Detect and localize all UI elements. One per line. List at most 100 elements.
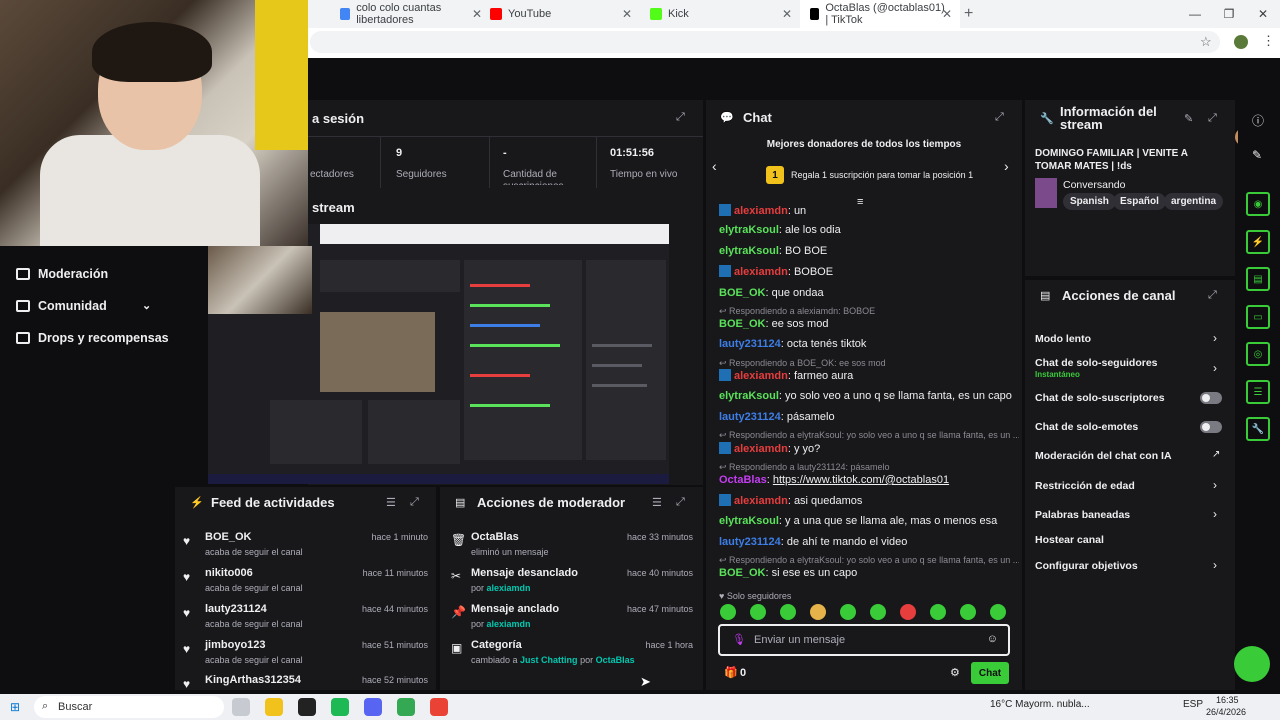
discord-icon[interactable] <box>364 698 382 716</box>
browser-tab[interactable]: colo colo cuantas libertadores ✕ <box>330 0 490 28</box>
expand-icon[interactable]: ⤢ <box>676 496 685 509</box>
expand-icon[interactable]: ⤢ <box>1208 289 1217 302</box>
camera-icon[interactable]: ◉ <box>1246 192 1270 216</box>
chat-username[interactable]: BOE_OK <box>719 318 765 330</box>
points-icon[interactable]: 🎁 <box>724 666 738 679</box>
emote-icon[interactable] <box>930 604 946 620</box>
file-explorer-icon[interactable] <box>265 698 283 716</box>
chat-username[interactable]: alexiamdn <box>734 370 788 382</box>
broadcast-icon[interactable]: ◎ <box>1246 342 1270 366</box>
chat-username[interactable]: elytraKsoul <box>719 390 779 402</box>
subscribers-only-toggle[interactable] <box>1200 392 1222 404</box>
tag-argentina[interactable]: argentina <box>1164 193 1224 210</box>
obs-icon[interactable] <box>298 698 316 716</box>
browser-tab[interactable]: Kick ✕ <box>640 0 800 28</box>
category-thumbnail[interactable] <box>1035 178 1057 208</box>
filter-icon[interactable]: ☰ <box>652 496 662 509</box>
host-channel-item[interactable]: Hostear canal <box>1035 534 1104 546</box>
sidebar-item-community[interactable]: Comunidad ⌄ <box>16 299 151 313</box>
close-tab-icon[interactable]: ✕ <box>622 7 632 21</box>
age-restriction-item[interactable]: Restricción de edad <box>1035 480 1135 492</box>
list-icon[interactable]: ☰ <box>1246 380 1270 404</box>
emote-icon[interactable] <box>990 604 1006 620</box>
weather-text[interactable]: 16°C Mayorm. nubla... <box>990 699 1090 710</box>
chat-username[interactable]: lauty231124 <box>719 536 781 548</box>
windows-start-icon[interactable]: ⊞ <box>10 700 20 714</box>
minimize-icon[interactable]: — <box>1178 0 1212 28</box>
banned-words-item[interactable]: Palabras baneadas <box>1035 509 1130 521</box>
emote-icon[interactable] <box>900 604 916 620</box>
emote-icon[interactable] <box>750 604 766 620</box>
info-icon[interactable]: ⓘ <box>1252 112 1264 129</box>
pencil-icon[interactable]: ✎ <box>1252 148 1262 162</box>
chat-icon[interactable]: ▭ <box>1246 305 1270 329</box>
chat-username[interactable]: BOE_OK <box>719 287 765 299</box>
stat-followers-label: Seguidores <box>396 169 447 180</box>
emote-icon[interactable] <box>720 604 736 620</box>
chat-username[interactable]: alexiamdn <box>734 266 788 278</box>
bookmark-star-icon[interactable]: ☆ <box>1200 34 1212 50</box>
chevron-right-icon[interactable]: › <box>1004 158 1009 174</box>
chat-username[interactable]: BOE_OK <box>719 567 765 579</box>
emote-icon[interactable] <box>870 604 886 620</box>
wrench-icon[interactable]: 🔧 <box>1246 417 1270 441</box>
browser-tab-active[interactable]: OctaBlas (@octablas01) | TikTok ✕ <box>800 0 960 28</box>
emote-icon[interactable] <box>810 604 826 620</box>
tag-spanish[interactable]: Spanish <box>1063 193 1116 210</box>
chat-input[interactable]: 🎙 Enviar un mensaje ☺ <box>718 624 1010 656</box>
close-window-icon[interactable]: ✕ <box>1246 0 1280 28</box>
address-bar[interactable] <box>310 31 1220 53</box>
spotify-icon[interactable] <box>331 698 349 716</box>
chrome-icon[interactable] <box>397 698 415 716</box>
emote-icon[interactable] <box>840 604 856 620</box>
support-chat-button[interactable] <box>1234 646 1270 682</box>
language-indicator[interactable]: ESP <box>1183 699 1203 710</box>
clock-date[interactable]: 26/4/2026 <box>1206 707 1246 717</box>
chat-username[interactable]: alexiamdn <box>734 495 788 507</box>
microphone-icon[interactable]: 🎙 <box>732 633 746 646</box>
expand-icon[interactable]: ⤢ <box>1208 112 1217 125</box>
browser-menu-icon[interactable]: ⋮ <box>1262 33 1275 49</box>
tag-espanol[interactable]: Español <box>1113 193 1166 210</box>
followers-only-item[interactable]: Chat de solo-seguidores Instantáneo <box>1035 357 1158 379</box>
chat-username[interactable]: elytraKsoul <box>719 515 779 527</box>
category-name[interactable]: Conversando <box>1063 179 1125 191</box>
slow-mode-item[interactable]: Modo lento <box>1035 333 1091 345</box>
browser-tab[interactable]: YouTube ✕ <box>480 0 640 28</box>
chrome-icon[interactable] <box>430 698 448 716</box>
bolt-icon[interactable]: ⚡ <box>1246 230 1270 254</box>
taskbar-search[interactable]: ⌕ Buscar <box>34 696 224 718</box>
send-chat-button[interactable]: Chat <box>971 662 1009 684</box>
chat-link[interactable]: https://www.tiktok.com/@octablas01 <box>773 474 949 486</box>
filter-icon[interactable]: ☰ <box>386 496 396 509</box>
document-icon[interactable]: ▤ <box>1246 267 1270 291</box>
chat-username[interactable]: lauty231124 <box>719 411 781 423</box>
chat-username[interactable]: lauty231124 <box>719 338 781 350</box>
close-tab-icon[interactable]: ✕ <box>942 7 952 21</box>
settings-icon[interactable]: ⚙ <box>950 666 960 679</box>
expand-icon[interactable]: ⤢ <box>676 111 685 124</box>
chat-username[interactable]: elytraKsoul <box>719 245 779 257</box>
profile-icon[interactable] <box>1234 35 1248 49</box>
emote-icon[interactable] <box>780 604 796 620</box>
new-tab-button[interactable]: + <box>964 5 973 23</box>
restore-icon[interactable]: ❐ <box>1212 0 1246 28</box>
chat-username[interactable]: elytraKsoul <box>719 224 779 236</box>
emotes-only-toggle[interactable] <box>1200 421 1222 433</box>
ai-moderation-item[interactable]: Moderación del chat con IA <box>1035 450 1172 462</box>
clock-time[interactable]: 16:35 <box>1216 695 1239 705</box>
expand-icon[interactable]: ⤢ <box>995 111 1004 124</box>
chat-username[interactable]: alexiamdn <box>734 205 788 217</box>
task-view-icon[interactable] <box>232 698 250 716</box>
sidebar-item-moderation[interactable]: Moderación <box>16 267 108 281</box>
chat-username[interactable]: OctaBlas <box>719 474 767 486</box>
close-tab-icon[interactable]: ✕ <box>782 7 792 21</box>
sidebar-item-drops[interactable]: Drops y recompensas <box>16 331 169 345</box>
emote-icon[interactable] <box>960 604 976 620</box>
edit-icon[interactable]: ✎ <box>1184 112 1193 125</box>
configure-goals-item[interactable]: Configurar objetivos <box>1035 560 1138 572</box>
chevron-left-icon[interactable]: ‹ <box>712 158 717 174</box>
chat-username[interactable]: alexiamdn <box>734 443 788 455</box>
expand-icon[interactable]: ⤢ <box>410 496 419 509</box>
emoji-icon[interactable]: ☺ <box>987 633 998 645</box>
